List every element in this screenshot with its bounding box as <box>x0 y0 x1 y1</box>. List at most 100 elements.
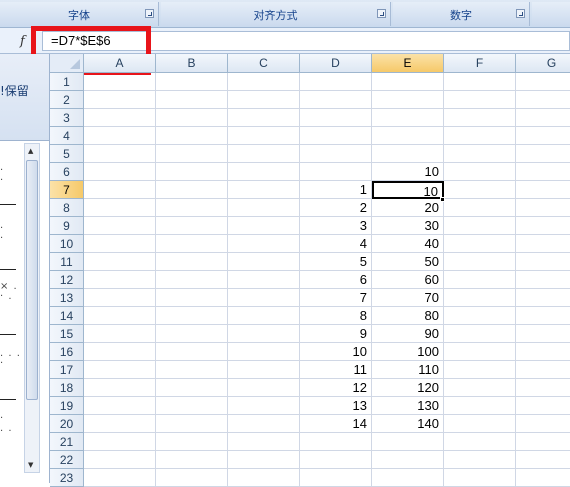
cell-a15[interactable] <box>84 325 156 343</box>
cell-b1[interactable] <box>156 73 228 91</box>
cell-d12[interactable]: 6 <box>300 271 372 289</box>
cell-d9[interactable]: 3 <box>300 217 372 235</box>
cell-b5[interactable] <box>156 145 228 163</box>
cell-d1[interactable] <box>300 73 372 91</box>
cell-a17[interactable] <box>84 361 156 379</box>
row-header-11[interactable]: 11 <box>50 253 84 271</box>
cell-e4[interactable] <box>372 127 444 145</box>
cell-f9[interactable] <box>444 217 516 235</box>
cell-d7[interactable]: 1 <box>300 181 372 199</box>
cell-b19[interactable] <box>156 397 228 415</box>
cell-e22[interactable] <box>372 451 444 469</box>
cell-b17[interactable] <box>156 361 228 379</box>
cell-b13[interactable] <box>156 289 228 307</box>
cell-e17[interactable]: 110 <box>372 361 444 379</box>
row-header-4[interactable]: 4 <box>50 127 84 145</box>
cell-d17[interactable]: 11 <box>300 361 372 379</box>
cell-c19[interactable] <box>228 397 300 415</box>
cell-c12[interactable] <box>228 271 300 289</box>
cell-f6[interactable] <box>444 163 516 181</box>
row-header-1[interactable]: 1 <box>50 73 84 91</box>
cell-a20[interactable] <box>84 415 156 433</box>
cell-c3[interactable] <box>228 109 300 127</box>
cell-b11[interactable] <box>156 253 228 271</box>
cell-g21[interactable] <box>516 433 570 451</box>
cell-g1[interactable] <box>516 73 570 91</box>
cell-f7[interactable] <box>444 181 516 199</box>
row-header-8[interactable]: 8 <box>50 199 84 217</box>
column-header-g[interactable]: G <box>516 54 570 73</box>
cell-c8[interactable] <box>228 199 300 217</box>
cell-e12[interactable]: 60 <box>372 271 444 289</box>
cell-f5[interactable] <box>444 145 516 163</box>
fill-handle[interactable] <box>440 197 445 202</box>
cell-f2[interactable] <box>444 91 516 109</box>
cell-a1[interactable] <box>84 73 156 91</box>
column-header-a[interactable]: A <box>84 54 156 73</box>
cell-c22[interactable] <box>228 451 300 469</box>
row-header-3[interactable]: 3 <box>50 109 84 127</box>
cell-g16[interactable] <box>516 343 570 361</box>
cell-c10[interactable] <box>228 235 300 253</box>
cell-f17[interactable] <box>444 361 516 379</box>
scrollbar-thumb[interactable] <box>26 160 38 400</box>
cell-a14[interactable] <box>84 307 156 325</box>
cell-f22[interactable] <box>444 451 516 469</box>
cell-a12[interactable] <box>84 271 156 289</box>
cell-a19[interactable] <box>84 397 156 415</box>
row-header-9[interactable]: 9 <box>50 217 84 235</box>
cell-f12[interactable] <box>444 271 516 289</box>
cell-c14[interactable] <box>228 307 300 325</box>
cell-c17[interactable] <box>228 361 300 379</box>
column-header-b[interactable]: B <box>156 54 228 73</box>
cell-e6[interactable]: 10 <box>372 163 444 181</box>
cell-f8[interactable] <box>444 199 516 217</box>
row-header-19[interactable]: 19 <box>50 397 84 415</box>
cell-e16[interactable]: 100 <box>372 343 444 361</box>
scroll-down-icon[interactable]: ▼ <box>28 461 33 469</box>
cell-c6[interactable] <box>228 163 300 181</box>
cell-f21[interactable] <box>444 433 516 451</box>
number-dialog-launcher-icon[interactable] <box>516 9 525 18</box>
cell-b2[interactable] <box>156 91 228 109</box>
cell-c16[interactable] <box>228 343 300 361</box>
cell-b12[interactable] <box>156 271 228 289</box>
row-header-22[interactable]: 22 <box>50 451 84 469</box>
cell-b10[interactable] <box>156 235 228 253</box>
cell-b3[interactable] <box>156 109 228 127</box>
cell-c2[interactable] <box>228 91 300 109</box>
cell-e2[interactable] <box>372 91 444 109</box>
cell-g17[interactable] <box>516 361 570 379</box>
cell-c7[interactable] <box>228 181 300 199</box>
cell-b14[interactable] <box>156 307 228 325</box>
pane-list-item[interactable]: × . · . <box>0 282 18 302</box>
cell-b18[interactable] <box>156 379 228 397</box>
cell-g23[interactable] <box>516 469 570 487</box>
cell-g3[interactable] <box>516 109 570 127</box>
cell-g13[interactable] <box>516 289 570 307</box>
alignment-dialog-launcher-icon[interactable] <box>377 9 386 18</box>
cell-f16[interactable] <box>444 343 516 361</box>
cell-g5[interactable] <box>516 145 570 163</box>
cell-d20[interactable]: 14 <box>300 415 372 433</box>
cell-g14[interactable] <box>516 307 570 325</box>
cell-d19[interactable]: 13 <box>300 397 372 415</box>
row-header-10[interactable]: 10 <box>50 235 84 253</box>
cell-a7[interactable] <box>84 181 156 199</box>
row-header-20[interactable]: 20 <box>50 415 84 433</box>
cell-e8[interactable]: 20 <box>372 199 444 217</box>
row-header-16[interactable]: 16 <box>50 343 84 361</box>
cell-e3[interactable] <box>372 109 444 127</box>
cell-b6[interactable] <box>156 163 228 181</box>
cell-d4[interactable] <box>300 127 372 145</box>
cell-a9[interactable] <box>84 217 156 235</box>
cell-d13[interactable]: 7 <box>300 289 372 307</box>
cell-f1[interactable] <box>444 73 516 91</box>
cell-e9[interactable]: 30 <box>372 217 444 235</box>
cell-f19[interactable] <box>444 397 516 415</box>
cell-a10[interactable] <box>84 235 156 253</box>
cell-e18[interactable]: 120 <box>372 379 444 397</box>
font-dialog-launcher-icon[interactable] <box>145 9 154 18</box>
cell-g4[interactable] <box>516 127 570 145</box>
cell-f18[interactable] <box>444 379 516 397</box>
